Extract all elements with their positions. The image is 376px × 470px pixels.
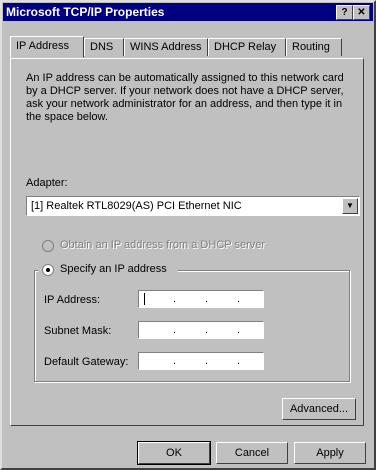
tab-routing[interactable]: Routing	[286, 38, 342, 56]
ok-button[interactable]: OK	[137, 441, 211, 465]
title-bar[interactable]: Microsoft TCP/IP Properties ? ✕	[3, 3, 373, 21]
dropdown-arrow-icon[interactable]: ▼	[342, 198, 358, 214]
octet-separator: .	[173, 355, 177, 367]
radio-selected-dot	[46, 268, 50, 272]
octet-separator: .	[237, 324, 241, 336]
apply-button[interactable]: Apply	[294, 442, 366, 464]
tab-wins-address[interactable]: WINS Address	[124, 38, 208, 56]
octet-separator: .	[173, 324, 177, 336]
advanced-button[interactable]: Advanced...	[282, 398, 356, 420]
default-gateway-input[interactable]: . . .	[138, 352, 264, 370]
help-button[interactable]: ?	[336, 5, 353, 20]
octet-separator: .	[205, 324, 209, 336]
ip-address-label: IP Address:	[44, 294, 101, 306]
obtain-dhcp-label: Obtain an IP address from a DHCP server	[60, 239, 266, 251]
default-gateway-label: Default Gateway:	[44, 356, 129, 368]
tab-ip-address[interactable]: IP Address	[10, 36, 84, 58]
octet-separator: .	[173, 293, 177, 305]
octet-separator: .	[237, 355, 241, 367]
tcpip-properties-dialog: Microsoft TCP/IP Properties ? ✕ IP Addre…	[0, 0, 376, 470]
specify-ip-radio[interactable]	[42, 264, 54, 276]
subnet-mask-input[interactable]: . . .	[138, 321, 264, 339]
window-title: Microsoft TCP/IP Properties	[6, 5, 165, 19]
tab-dns[interactable]: DNS	[84, 38, 124, 56]
obtain-dhcp-radio[interactable]	[42, 240, 54, 252]
adapter-select[interactable]: [1] Realtek RTL8029(AS) PCI Ethernet NIC…	[26, 196, 360, 216]
dhcp-description: An IP address can be automatically assig…	[26, 72, 344, 123]
close-button[interactable]: ✕	[353, 5, 370, 20]
octet-separator: .	[237, 293, 241, 305]
octet-separator: .	[205, 293, 209, 305]
tab-dhcp-relay[interactable]: DHCP Relay	[208, 38, 286, 56]
adapter-label: Adapter:	[26, 177, 68, 189]
text-caret	[144, 293, 145, 305]
adapter-selected-value: [1] Realtek RTL8029(AS) PCI Ethernet NIC	[31, 200, 242, 212]
ip-address-input[interactable]: . . .	[138, 290, 264, 308]
specify-ip-label: Specify an IP address	[60, 263, 167, 275]
cancel-button[interactable]: Cancel	[216, 442, 288, 464]
octet-separator: .	[205, 355, 209, 367]
subnet-mask-label: Subnet Mask:	[44, 325, 112, 337]
